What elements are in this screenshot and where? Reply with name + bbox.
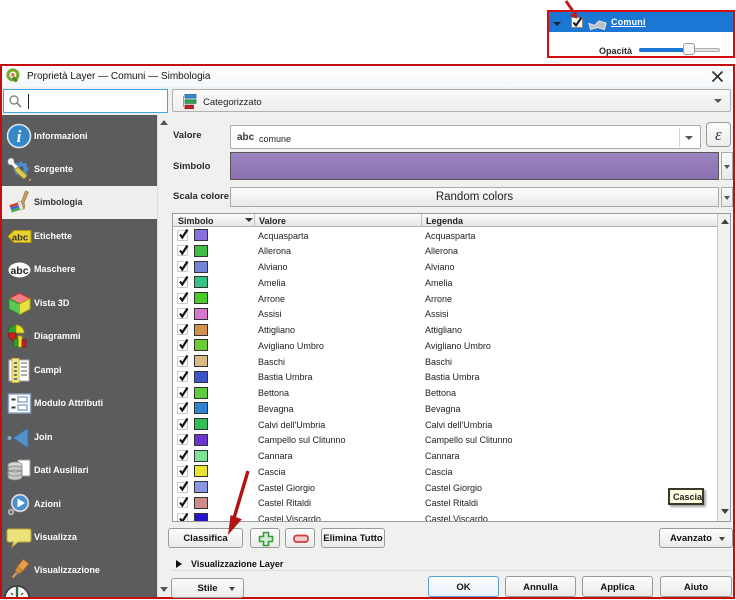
svg-text:abc: abc bbox=[10, 265, 28, 277]
svg-text:abc: abc bbox=[12, 232, 28, 243]
svg-text:i: i bbox=[17, 127, 22, 146]
